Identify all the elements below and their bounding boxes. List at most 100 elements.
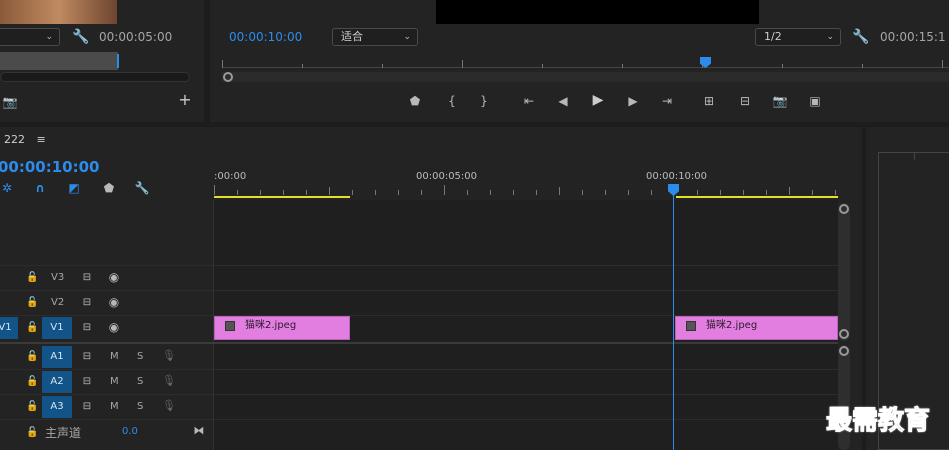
- chevron-down-icon: ⌄: [826, 32, 834, 42]
- export-frame-icon[interactable]: 📷: [772, 94, 788, 108]
- snap-icon[interactable]: ∩: [32, 181, 48, 195]
- eye-icon[interactable]: ◉: [106, 295, 122, 309]
- lock-icon[interactable]: 🔓: [26, 375, 38, 389]
- step-forward-icon[interactable]: ▶: [626, 94, 640, 108]
- compare-view-icon[interactable]: ▣: [806, 94, 824, 108]
- source-monitor-panel: ⌄ 🔧 00:00:05:00 📷 +: [0, 0, 204, 122]
- extract-icon[interactable]: ⊟: [736, 94, 754, 108]
- lock-icon[interactable]: 🔓: [26, 321, 38, 335]
- add-marker-icon[interactable]: ⬟: [102, 181, 116, 195]
- fit-dropdown[interactable]: 适合 ⌄: [332, 28, 418, 46]
- track-row-v3: 🔓 V3 ⊟ ◉: [0, 266, 214, 290]
- clip-label: 猫咪2.jpeg: [706, 320, 758, 331]
- step-back-icon[interactable]: ◀: [556, 94, 570, 108]
- sequence-name: 222: [4, 133, 25, 146]
- eye-icon[interactable]: ◉: [106, 270, 122, 284]
- scroll-handle-icon[interactable]: [839, 329, 849, 339]
- wrench-icon[interactable]: 🔧: [852, 30, 869, 44]
- mute-button[interactable]: M: [110, 351, 119, 362]
- image-clip-icon: [686, 321, 696, 331]
- go-to-out-icon[interactable]: ⧓: [192, 424, 206, 438]
- timeline-playhead-line[interactable]: [673, 195, 674, 450]
- play-icon[interactable]: ▶: [590, 93, 606, 107]
- work-area-bar[interactable]: [676, 196, 838, 198]
- timeline-panel: 222 ≡ 00:00:10:00 ✲ ∩ ◩ ⬟ 🔧 :00:00 00:00…: [0, 127, 862, 450]
- linked-selection-icon[interactable]: ◩: [66, 181, 82, 195]
- resolution-dropdown[interactable]: 1/2 ⌄: [755, 28, 841, 46]
- chevron-down-icon: ⌄: [45, 32, 53, 42]
- go-to-in-icon[interactable]: ⇤: [520, 94, 538, 108]
- mark-in-icon[interactable]: {: [446, 94, 458, 108]
- program-current-timecode[interactable]: 00:00:10:00: [229, 30, 302, 44]
- add-marker-icon[interactable]: ⬟: [408, 94, 422, 108]
- wrench-icon[interactable]: 🔧: [72, 30, 89, 44]
- solo-button[interactable]: S: [137, 401, 143, 412]
- source-zoom-dropdown[interactable]: ⌄: [0, 28, 60, 46]
- sync-lock-icon[interactable]: ⊟: [80, 400, 94, 414]
- video-vertical-scrollbar[interactable]: [838, 203, 850, 341]
- track-name[interactable]: V3: [51, 272, 64, 283]
- master-volume-value[interactable]: 0.0: [122, 426, 138, 437]
- program-ruler[interactable]: [222, 56, 949, 68]
- go-to-out-icon[interactable]: ⇥: [658, 94, 676, 108]
- microphone-icon[interactable]: 🎙: [162, 399, 176, 413]
- chevron-down-icon: ⌄: [403, 32, 411, 42]
- track-target-a1[interactable]: A1: [42, 346, 72, 368]
- sync-lock-icon[interactable]: ⊟: [80, 375, 94, 389]
- mute-button[interactable]: M: [110, 401, 119, 412]
- lock-icon[interactable]: 🔓: [26, 350, 38, 364]
- sync-lock-icon[interactable]: ⊟: [80, 350, 94, 364]
- track-target-v1[interactable]: V1: [42, 317, 72, 339]
- track-name[interactable]: V2: [51, 297, 64, 308]
- work-area-bar[interactable]: [214, 196, 350, 198]
- solo-button[interactable]: S: [137, 376, 143, 387]
- program-duration-timecode: 00:00:15:1: [880, 30, 946, 44]
- solo-button[interactable]: S: [137, 351, 143, 362]
- add-icon[interactable]: +: [178, 92, 192, 108]
- mute-button[interactable]: M: [110, 376, 119, 387]
- image-clip-icon: [225, 321, 235, 331]
- sequence-tab[interactable]: 222 ≡: [4, 133, 46, 146]
- video-clip[interactable]: 猫咪2.jpeg: [214, 316, 350, 340]
- source-patch-v1[interactable]: V1: [0, 317, 18, 339]
- timeline-current-timecode[interactable]: 00:00:10:00: [0, 158, 100, 176]
- program-zoom-bar[interactable]: [222, 72, 949, 82]
- sync-lock-icon[interactable]: ⊟: [80, 271, 94, 285]
- track-row-v1: V1 🔓 V1 ⊟ ◉: [0, 316, 214, 340]
- ruler-label: :00:00: [214, 171, 247, 182]
- source-playhead-marker[interactable]: [117, 54, 119, 68]
- side-panel-divider: [914, 152, 915, 160]
- microphone-icon[interactable]: 🎙: [162, 374, 176, 388]
- camera-icon[interactable]: 📷: [2, 95, 18, 109]
- timeline-settings-icon[interactable]: 🔧: [134, 181, 150, 195]
- sync-lock-icon[interactable]: ⊟: [80, 321, 94, 335]
- track-row-a2: 🔓 A2 ⊟ M S 🎙: [0, 370, 214, 394]
- panel-menu-icon[interactable]: ≡: [37, 133, 46, 146]
- track-row-v2: 🔓 V2 ⊟ ◉: [0, 291, 214, 315]
- scroll-handle-icon[interactable]: [839, 204, 849, 214]
- track-target-a3[interactable]: A3: [42, 396, 72, 418]
- lock-icon[interactable]: 🔓: [26, 296, 38, 310]
- source-scrub-bar[interactable]: [0, 52, 118, 70]
- lock-icon[interactable]: 🔓: [26, 426, 38, 440]
- timeline-ruler[interactable]: :00:00 00:00:05:00 00:00:10:00: [214, 169, 838, 199]
- track-target-a2[interactable]: A2: [42, 371, 72, 393]
- source-scroll-bar[interactable]: [0, 72, 190, 82]
- program-video-preview: [436, 0, 759, 24]
- nest-sequence-icon[interactable]: ✲: [0, 181, 14, 195]
- fit-value: 适合: [341, 30, 363, 43]
- eye-icon[interactable]: ◉: [106, 320, 122, 334]
- sync-lock-icon[interactable]: ⊟: [80, 296, 94, 310]
- track-row-a3: 🔓 A3 ⊟ M S 🎙: [0, 395, 214, 419]
- resolution-value: 1/2: [764, 30, 782, 43]
- mark-out-icon[interactable]: }: [478, 94, 490, 108]
- zoom-handle-icon[interactable]: [223, 72, 233, 82]
- video-clip[interactable]: 猫咪2.jpeg: [675, 316, 838, 340]
- lock-icon[interactable]: 🔓: [26, 271, 38, 285]
- microphone-icon[interactable]: 🎙: [162, 349, 176, 363]
- lock-icon[interactable]: 🔓: [26, 400, 38, 414]
- watermark-text: 最需教育: [825, 406, 931, 437]
- lift-icon[interactable]: ⊞: [700, 94, 718, 108]
- program-monitor-panel: 00:00:10:00 适合 ⌄ 1/2 ⌄ 🔧 00:00:15:1 ⬟ { …: [210, 0, 949, 122]
- scroll-handle-icon[interactable]: [839, 346, 849, 356]
